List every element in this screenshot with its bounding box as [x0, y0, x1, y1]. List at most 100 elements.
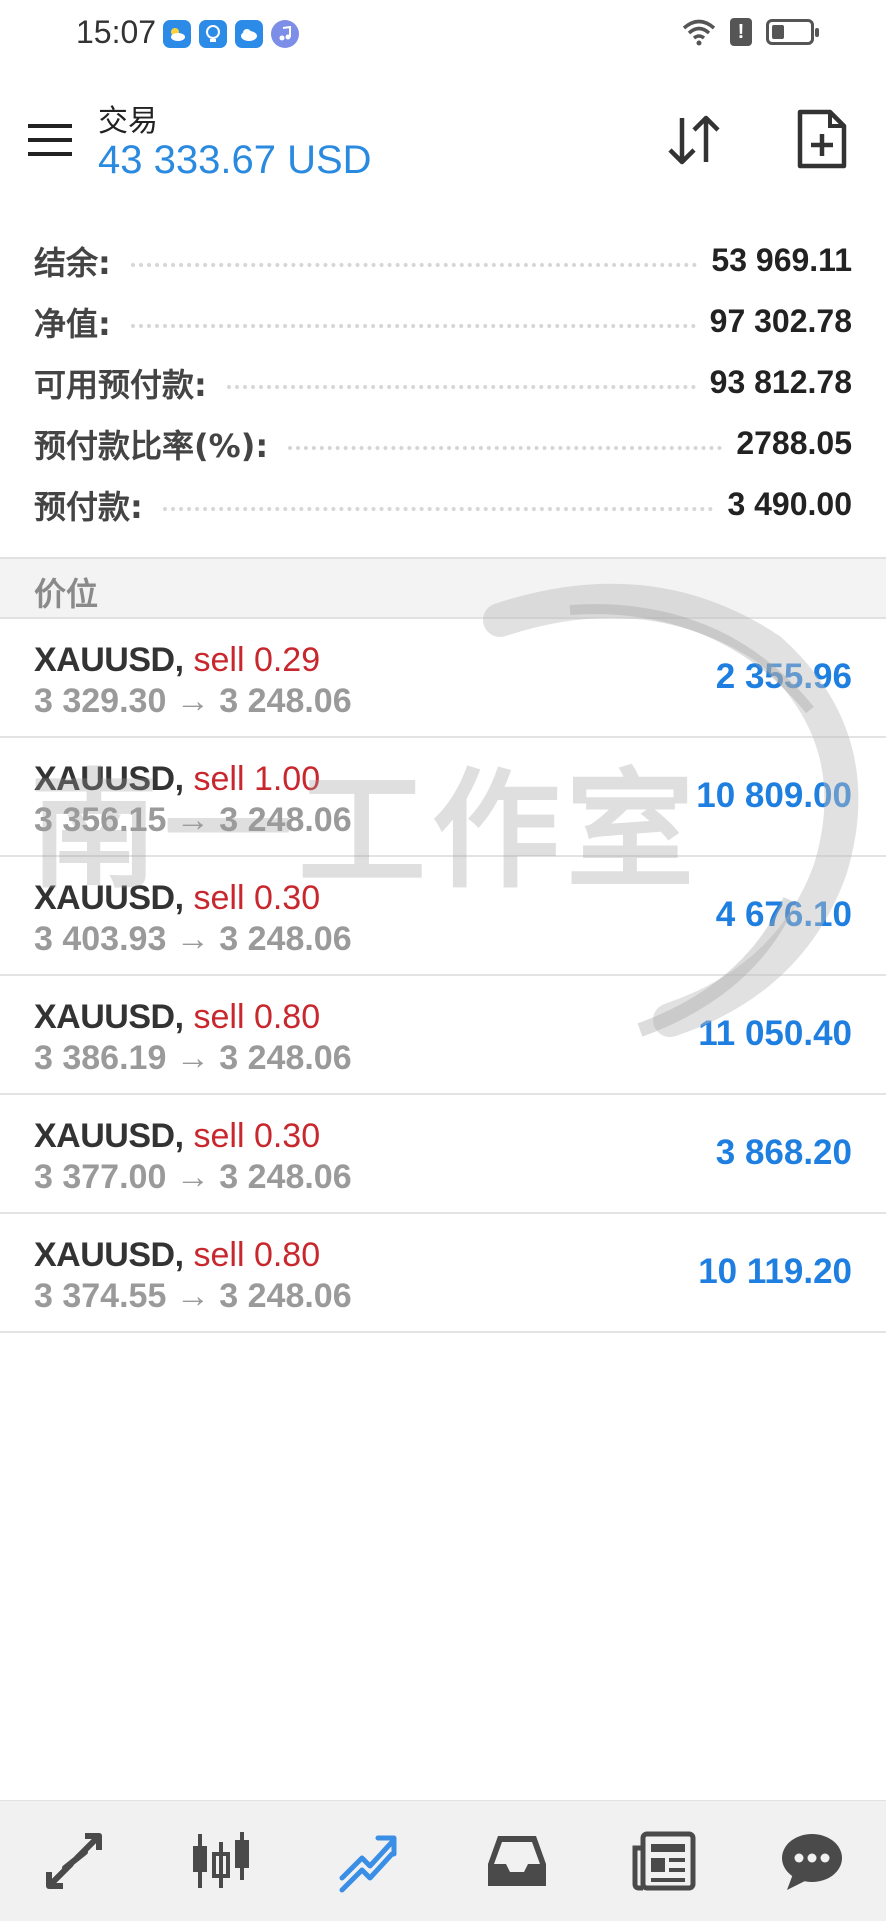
position-prices: 3 374.55 → 3 248.06 — [34, 1277, 352, 1316]
summary-dots — [226, 384, 696, 389]
position-row[interactable]: XAUUSD, sell 0.29 3 329.30 → 3 248.06 2 … — [0, 619, 886, 738]
battery-level — [772, 25, 784, 39]
open-price: 3 403.93 — [34, 920, 167, 958]
status-right: ! — [682, 18, 819, 46]
open-price: 3 329.30 — [34, 682, 167, 720]
nav-news[interactable] — [624, 1821, 704, 1901]
current-price: 3 248.06 — [219, 801, 352, 839]
position-row[interactable]: XAUUSD, sell 0.80 3 386.19 → 3 248.06 11… — [0, 976, 886, 1095]
nav-quotes[interactable] — [34, 1821, 114, 1901]
position-symbol: XAUUSD — [34, 879, 175, 917]
position-side: sell 0.80 — [193, 1236, 321, 1274]
cloud-app-icon — [235, 20, 263, 48]
position-symbol: XAUUSD — [34, 641, 175, 679]
summary-row-margin: 预付款: 3 490.00 — [0, 474, 886, 535]
position-prices: 3 377.00 → 3 248.06 — [34, 1158, 352, 1197]
menu-icon[interactable] — [28, 122, 72, 158]
price-arrow: → — [175, 1277, 210, 1315]
summary-dots — [130, 262, 698, 267]
account-summary: 结余: 53 969.11 净值: 97 302.78 可用预付款: 93 81… — [0, 230, 886, 535]
sort-icon[interactable] — [664, 110, 724, 170]
summary-dots — [288, 445, 723, 450]
price-arrow: → — [175, 1158, 210, 1196]
position-header: XAUUSD, sell 0.80 — [34, 998, 321, 1036]
position-profit: 2 355.96 — [715, 657, 852, 696]
current-price: 3 248.06 — [219, 1158, 352, 1196]
quotes-arrows-icon — [45, 1833, 102, 1889]
position-header: XAUUSD, sell 1.00 — [34, 760, 321, 798]
summary-dots — [130, 323, 696, 328]
position-profit: 10 809.00 — [696, 776, 852, 815]
header-balance: 43 333.67 USD — [98, 138, 372, 182]
summary-row-balance: 结余: 53 969.11 — [0, 230, 886, 291]
status-app-icons — [163, 20, 299, 48]
position-prices: 3 386.19 → 3 248.06 — [34, 1039, 352, 1078]
price-arrow: → — [175, 920, 210, 958]
wifi-icon — [682, 19, 716, 46]
open-price: 3 386.19 — [34, 1039, 167, 1077]
position-header: XAUUSD, sell 0.80 — [34, 1236, 321, 1274]
position-side: sell 0.80 — [193, 998, 321, 1036]
position-row[interactable]: XAUUSD, sell 0.80 3 374.55 → 3 248.06 10… — [0, 1214, 886, 1333]
position-prices: 3 356.15 → 3 248.06 — [34, 801, 352, 840]
nav-messages[interactable] — [772, 1821, 852, 1901]
summary-label: 净值: — [34, 298, 121, 345]
summary-value: 53 969.11 — [711, 242, 852, 278]
open-price: 3 374.55 — [34, 1277, 167, 1315]
open-price: 3 356.15 — [34, 801, 167, 839]
status-time: 15:07 — [76, 14, 157, 50]
summary-value: 2788.05 — [736, 425, 852, 461]
current-price: 3 248.06 — [219, 1277, 352, 1315]
position-symbol: XAUUSD — [34, 760, 175, 798]
position-profit: 11 050.40 — [698, 1014, 852, 1053]
summary-row-free-margin: 可用预付款: 93 812.78 — [0, 352, 886, 413]
history-inbox-icon — [487, 1836, 546, 1886]
summary-value: 93 812.78 — [709, 364, 852, 400]
position-header: XAUUSD, sell 0.30 — [34, 1117, 321, 1155]
position-profit: 10 119.20 — [698, 1252, 852, 1291]
summary-row-margin-level: 预付款比率(%): 2788.05 — [0, 413, 886, 474]
nav-history[interactable] — [477, 1821, 557, 1901]
trade-trend-icon — [339, 1835, 397, 1893]
position-row[interactable]: XAUUSD, sell 1.00 3 356.15 → 3 248.06 10… — [0, 738, 886, 857]
new-order-icon[interactable] — [796, 108, 848, 170]
battery-icon — [766, 19, 819, 45]
status-bar: 15:07 ! — [0, 0, 886, 72]
open-price: 3 377.00 — [34, 1158, 167, 1196]
price-arrow: → — [175, 1039, 210, 1077]
position-side: sell 0.29 — [193, 641, 321, 679]
position-header: XAUUSD, sell 0.29 — [34, 641, 321, 679]
position-side: sell 0.30 — [193, 1117, 321, 1155]
app-header: 交易 43 333.67 USD — [0, 72, 886, 212]
price-arrow: → — [175, 682, 210, 720]
nav-trade[interactable] — [329, 1821, 409, 1901]
summary-row-equity: 净值: 97 302.78 — [0, 291, 886, 352]
position-side: sell 0.30 — [193, 879, 321, 917]
position-symbol: XAUUSD — [34, 998, 175, 1036]
music-app-icon — [271, 20, 299, 48]
summary-label: 预付款比率(%): — [34, 420, 279, 467]
position-profit: 4 676.10 — [715, 895, 852, 934]
current-price: 3 248.06 — [219, 1039, 352, 1077]
summary-value: 97 302.78 — [709, 303, 852, 339]
position-prices: 3 403.93 → 3 248.06 — [34, 920, 352, 959]
position-row[interactable]: XAUUSD, sell 0.30 3 403.93 → 3 248.06 4 … — [0, 857, 886, 976]
nav-chart[interactable] — [181, 1821, 261, 1901]
summary-dots — [162, 506, 714, 511]
page-title: 交易 — [98, 104, 158, 139]
position-prices: 3 329.30 → 3 248.06 — [34, 682, 352, 721]
chart-candles-icon — [193, 1832, 250, 1888]
bottom-nav — [0, 1800, 886, 1921]
section-title: 价位 — [34, 575, 99, 613]
position-profit: 3 868.20 — [715, 1133, 852, 1172]
position-row[interactable]: XAUUSD, sell 0.30 3 377.00 → 3 248.06 3 … — [0, 1095, 886, 1214]
news-icon — [632, 1831, 696, 1891]
current-price: 3 248.06 — [219, 682, 352, 720]
summary-label: 结余: — [34, 237, 121, 284]
position-side: sell 1.00 — [193, 760, 321, 798]
positions-list: XAUUSD, sell 0.29 3 329.30 → 3 248.06 2 … — [0, 619, 886, 1333]
bulb-app-icon — [199, 20, 227, 48]
position-symbol: XAUUSD — [34, 1236, 175, 1274]
summary-label: 预付款: — [34, 481, 153, 528]
summary-label: 可用预付款: — [34, 359, 217, 406]
